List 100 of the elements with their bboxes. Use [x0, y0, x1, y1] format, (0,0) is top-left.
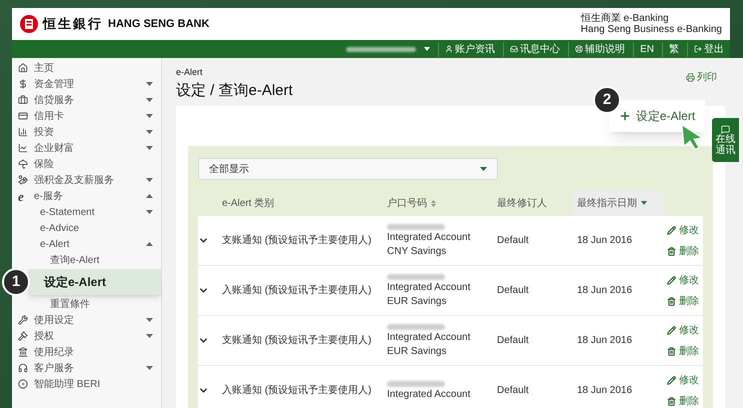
card-icon — [18, 111, 28, 121]
umbrella-icon — [18, 159, 28, 169]
sidebar-item[interactable]: 客户服务 — [12, 360, 161, 376]
trash-icon — [667, 296, 676, 306]
table-cell-text: Default — [496, 234, 530, 248]
table-cell-text: Integrated Account — [387, 232, 472, 244]
sidebar-item[interactable]: 投资 — [12, 124, 161, 140]
bank-name: HANG SENG BANK — [108, 16, 210, 32]
blurred-account-number — [387, 324, 445, 330]
caret-down-icon — [146, 210, 153, 214]
blurred-account-number — [387, 274, 445, 280]
sidebar-item[interactable]: 查询e-Alert — [12, 252, 161, 268]
e-icon: e — [18, 190, 24, 202]
nav-link[interactable]: 讯息中心 — [503, 42, 560, 56]
column-header[interactable]: 最终修订人 — [493, 190, 573, 216]
sidebar-item[interactable]: 资金管理 — [12, 76, 161, 92]
edit-link[interactable]: 修改 — [667, 272, 699, 288]
pencil-icon — [667, 376, 676, 384]
sidebar-item[interactable]: 设定e-Alert — [28, 269, 161, 295]
sidebar-item[interactable]: 使用纪录 — [12, 344, 161, 360]
headset-icon — [18, 363, 28, 373]
delete-link[interactable]: 删除 — [667, 394, 699, 408]
product-name: Hang Seng Business e-Banking — [580, 24, 722, 35]
blurred-account-number — [387, 224, 445, 230]
filter-dropdown[interactable]: 全部显示 — [198, 158, 498, 180]
pencil-icon — [667, 326, 676, 334]
hand-coins-icon — [18, 175, 28, 185]
nav-link[interactable]: 辅助说明 — [568, 42, 626, 56]
trash-icon — [667, 346, 676, 356]
table-cell-text: 18 Jun 2016 — [576, 334, 634, 348]
caret-down-icon — [146, 130, 153, 134]
edit-link[interactable]: 修改 — [667, 322, 699, 338]
table-cell-text: 入账通知 (预设短讯予主要使用人) — [221, 284, 372, 298]
sidebar-item[interactable]: 信贷服务 — [12, 92, 161, 108]
pencil-icon — [667, 226, 676, 234]
home-icon — [18, 63, 28, 73]
table-cell-text: 支账通知 (预设短讯予主要使用人) — [221, 334, 372, 348]
inbox-icon — [510, 45, 518, 53]
dollar-icon — [18, 79, 28, 89]
caret-down-icon — [146, 334, 153, 338]
user-icon — [445, 45, 454, 53]
bank-logo-text: 恒生銀行 — [43, 15, 103, 34]
chat-icon — [721, 124, 730, 134]
sidebar-item[interactable]: 智能助理 BERI — [12, 376, 161, 392]
sidebar-item[interactable]: 授权 — [12, 328, 161, 344]
delete-link[interactable]: 删除 — [667, 244, 699, 258]
blurred-username — [346, 46, 416, 52]
delete-link[interactable]: 删除 — [667, 344, 699, 358]
sidebar-item[interactable]: 企业财富 — [12, 140, 161, 156]
chart-icon — [18, 143, 28, 153]
caret-down-icon — [146, 366, 153, 370]
nav-link[interactable]: EN — [633, 42, 654, 56]
table-cell-text: Integrated Account — [387, 282, 472, 294]
edit-link[interactable]: 修改 — [667, 222, 699, 238]
sidebar-item[interactable]: 重置條件 — [12, 296, 161, 312]
column-header[interactable]: 最终指示日期 — [573, 190, 663, 216]
bank-icon — [18, 347, 28, 357]
sort-desc-icon — [641, 201, 647, 205]
table-cell-text: 支账通知 (预设短讯予主要使用人) — [221, 234, 372, 248]
edit-link[interactable]: 修改 — [667, 372, 699, 388]
printer-icon — [686, 73, 695, 82]
table-cell-text: Integrated Account — [387, 332, 472, 344]
wrench-icon — [18, 315, 28, 325]
pencil-icon — [667, 276, 676, 284]
caret-down-icon — [146, 318, 153, 322]
sidebar-item[interactable]: 强积金及支薪服务 — [12, 172, 161, 188]
caret-down-icon — [146, 82, 153, 86]
nav-link[interactable]: 登出 — [687, 42, 724, 56]
column-header[interactable]: e-Alert 类别 — [218, 190, 383, 216]
breadcrumb: e-Alert — [176, 66, 204, 79]
live-chat-tab[interactable]: 在线 通讯 — [712, 118, 739, 162]
sidebar-item[interactable]: e-Advice — [12, 220, 161, 236]
nav-link[interactable]: 繁 — [662, 42, 679, 56]
table-cell-text: CNY Savings — [387, 246, 448, 258]
delete-link[interactable]: 删除 — [667, 294, 699, 308]
caret-up-icon — [146, 194, 153, 198]
sidebar-item[interactable]: 保险 — [12, 156, 161, 172]
sidebar-item[interactable]: e e-服务 — [12, 188, 161, 204]
sidebar-item[interactable]: 使用设定 — [12, 312, 161, 328]
table-cell-text: EUR Savings — [387, 346, 448, 358]
gavel-icon — [18, 331, 28, 341]
step-badge: 1 — [2, 268, 30, 296]
table-cell-text: 入账通知 (预设短讯予主要使用人) — [221, 384, 372, 398]
logout-icon — [694, 45, 702, 53]
print-link[interactable]: 列印 — [686, 70, 717, 85]
sidebar-item[interactable]: 信用卡 — [12, 108, 161, 124]
plus-icon — [618, 110, 631, 122]
sidebar-item[interactable]: e-Alert — [12, 236, 161, 252]
product-name: 恒生商業 e-Banking — [580, 13, 669, 24]
sidebar-item[interactable]: 主页 — [12, 60, 161, 76]
sidebar-item[interactable]: e-Statement — [12, 204, 161, 220]
table-cell-text: Default — [496, 284, 530, 298]
column-header[interactable]: 户口号码 — [383, 190, 493, 216]
chat-label: 通讯 — [716, 144, 736, 156]
nav-link[interactable]: 账户资讯 — [438, 42, 496, 56]
caret-up-icon — [146, 242, 153, 246]
table-cell-text: Default — [496, 334, 530, 348]
help-icon — [575, 45, 584, 53]
page-title: 设定 / 查询e-Alert — [176, 80, 293, 100]
table-cell-text: Integrated Account — [387, 388, 472, 400]
